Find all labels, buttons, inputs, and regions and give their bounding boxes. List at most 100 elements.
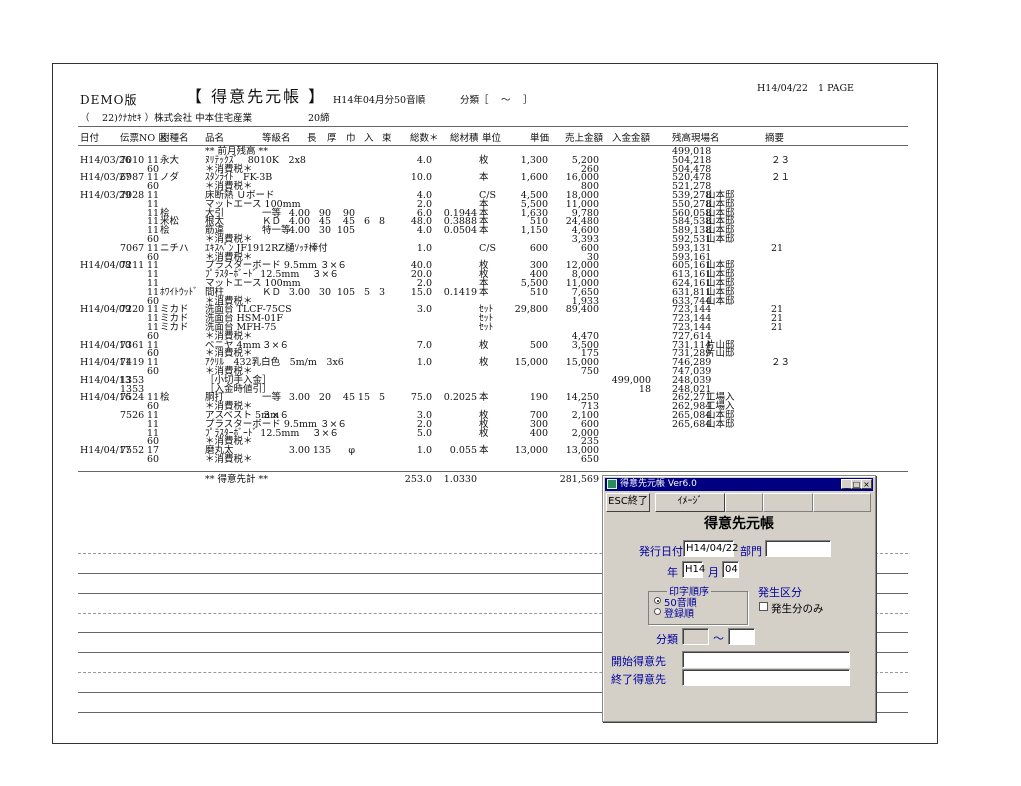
row-type: ノダ [160, 172, 180, 184]
row-unit: 本 [479, 286, 489, 298]
row-slip: 7010 [120, 154, 145, 166]
issue-date-field[interactable]: H14/04/22 [683, 540, 738, 557]
row-width: φ [348, 445, 355, 457]
row-slip: 7526 [120, 410, 145, 421]
row-price: 1,600 [520, 172, 548, 184]
row-price: 400 [529, 427, 548, 439]
row-price: 500 [529, 339, 548, 351]
row-memo: ２１ [771, 172, 791, 184]
row-type: ミカド [160, 322, 189, 333]
row-unit: 枚 [479, 357, 489, 369]
order-radio-registered[interactable] [654, 608, 661, 615]
row-qty: 3.0 [416, 304, 432, 316]
row-vol: 0.0504 [443, 225, 477, 237]
toolbar-slot[interactable] [813, 493, 871, 512]
report-text: 品名 [205, 133, 225, 144]
toolbar-slot[interactable] [725, 493, 763, 512]
row-qty: 7.0 [416, 339, 432, 351]
report-text: 巾 [346, 133, 356, 144]
start-customer-label: 開始得意先 [611, 655, 666, 668]
row-slip: 7211 [120, 260, 145, 272]
row-vol: 0.2025 [443, 392, 477, 404]
row-sales: 650 [580, 454, 599, 465]
report-text: 入金金額 [612, 133, 651, 144]
row-unit: 枚 [479, 339, 489, 351]
total-qty: 253.0 [404, 473, 432, 485]
report-text: 入 [364, 133, 374, 144]
total-label: ** 得意先計 ** [205, 473, 269, 485]
header-rule [78, 126, 908, 127]
row-slip: 6987 [120, 172, 145, 184]
toolbar-slot[interactable] [763, 493, 813, 512]
row-memo: ２３ [771, 357, 791, 369]
row-qty: 1.0 [416, 242, 432, 254]
print-date: H14/04/22 [757, 83, 808, 94]
start-customer-field[interactable] [682, 651, 850, 668]
closing-day: 20締 [308, 113, 330, 124]
row-length: 4.00 [288, 225, 310, 237]
report-text: 束 [382, 133, 392, 144]
row-bundle: 3 [378, 286, 385, 298]
report-text: 厚 [327, 133, 337, 144]
customer-name: （ 22)ｸﾅｶｾｷ ）株式会社 中本住宅産業 [80, 113, 253, 124]
row-unit: 本 [479, 225, 489, 237]
row-price: 29,800 [514, 304, 548, 316]
column-rule [78, 145, 908, 146]
end-customer-field[interactable] [682, 669, 850, 686]
demo-label: DEMO版 [80, 93, 138, 107]
report-text: 総数＊ [410, 133, 439, 144]
dialog-heading: 得意先元帳 [704, 516, 774, 532]
row-sales: 89,400 [565, 304, 599, 316]
row-thick: 30 [318, 225, 331, 237]
row-vol: 0.1419 [443, 286, 477, 298]
year-field[interactable]: H14 [682, 561, 705, 578]
app-icon [607, 479, 617, 489]
total-vol: 1.0330 [443, 473, 477, 485]
row-slip: 7524 [120, 392, 145, 404]
row-deposit: 18 [638, 383, 651, 395]
row-price: 1,300 [520, 154, 548, 166]
row-length: 3.00 [288, 286, 310, 298]
report-text: 樹種名 [160, 133, 189, 144]
row-qty: 4.0 [416, 225, 432, 237]
order-radio-50on[interactable] [654, 597, 661, 604]
class-from-field[interactable] [682, 628, 709, 645]
row-qty: 1.0 [416, 445, 432, 457]
report-text: 等級名 [262, 133, 291, 144]
issue-date-label: 発行日付 [639, 545, 683, 558]
close-icon[interactable]: × [861, 479, 872, 489]
esc-exit-button[interactable]: ESC終了 [606, 493, 650, 512]
page-number: 1 PAGE [818, 83, 854, 94]
row-width: 105 [336, 286, 355, 298]
row-price: 15,000 [514, 357, 548, 369]
month-field[interactable]: 04 [722, 561, 739, 578]
class-label: 分類 [656, 633, 678, 646]
image-button[interactable]: ｲﾒｰｼﾞ [655, 493, 725, 512]
occur-only-checkbox[interactable] [759, 602, 768, 611]
row-slip: 7419 [120, 357, 145, 369]
row-slip: 7067 [120, 242, 145, 254]
row-slip: 7552 [120, 445, 145, 457]
ledger-dialog: 得意先元帳 Ver6.0 _ □ × ESC終了 ｲﾒｰｼﾞ 得意先元帳 発行日… [602, 475, 876, 722]
report-text: 長 [307, 133, 317, 144]
row-unit: 本 [479, 392, 489, 404]
period-label: H14年04月分 [333, 95, 394, 106]
class-to-field[interactable] [728, 628, 755, 645]
order-opt2-label: 登録順 [664, 609, 694, 620]
row-bundle: 5 [378, 392, 385, 404]
total-rule [78, 470, 908, 472]
row-in: 6 [363, 216, 370, 228]
report-text: 摘要 [765, 133, 785, 144]
dept-label: 部門 [740, 545, 762, 558]
month-label: 月 [708, 566, 719, 579]
row-memo: 21 [771, 322, 784, 333]
row-qty: 15.0 [410, 286, 432, 298]
row-sales: 750 [580, 366, 599, 377]
row-vol: 0.055 [449, 445, 477, 457]
dialog-title: 得意先元帳 Ver6.0 [620, 479, 697, 489]
dept-field[interactable] [765, 540, 831, 557]
occur-label: 発生区分 [758, 586, 802, 599]
report-text: 総材積 [450, 133, 479, 144]
row-slip: 7220 [120, 304, 145, 316]
row-unit: C/S [479, 242, 496, 254]
